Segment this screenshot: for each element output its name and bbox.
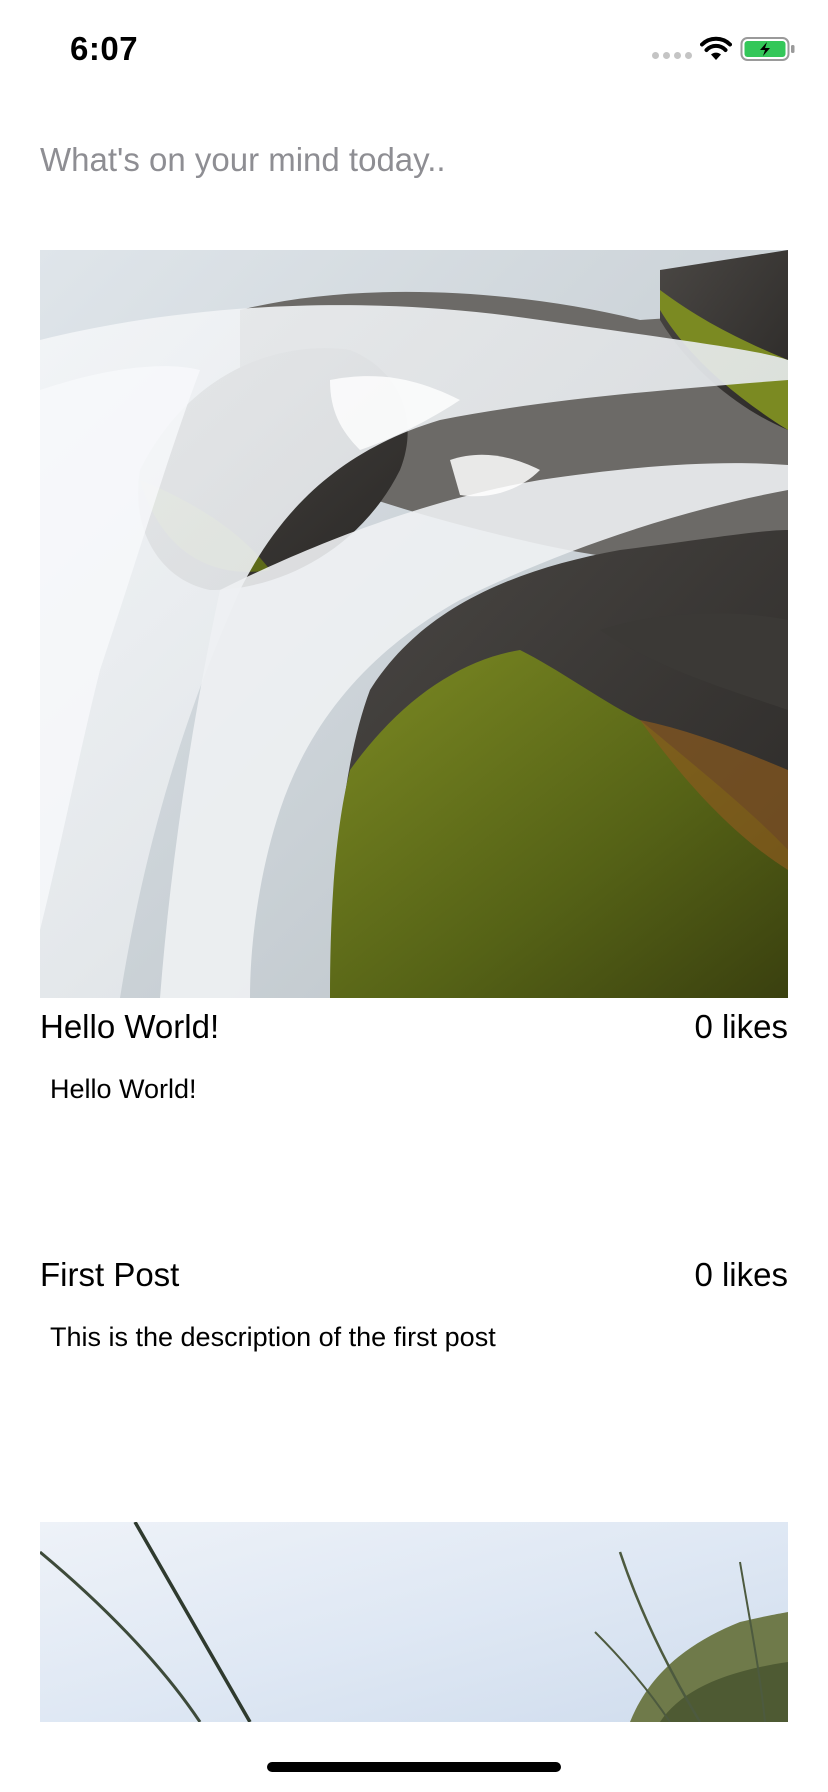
cellular-signal-icon <box>652 52 692 59</box>
post-image-grass-sky[interactable] <box>40 1522 788 1722</box>
post-likes-count[interactable]: 0 likes <box>694 1008 788 1046</box>
post-description: This is the description of the first pos… <box>50 1322 496 1352</box>
wifi-icon <box>700 36 732 60</box>
home-indicator[interactable] <box>267 1762 561 1772</box>
status-time: 6:07 <box>70 30 139 67</box>
app-screen: 6:07 What's on your mind today.. Hello W… <box>0 0 828 1792</box>
battery-icon <box>740 37 795 61</box>
post-title: First Post <box>40 1256 180 1293</box>
post-likes-count[interactable]: 0 likes <box>694 1256 788 1294</box>
post-card[interactable]: Hello World! 0 likes Hello World! <box>40 250 788 1105</box>
post-title: Hello World! <box>40 1008 220 1045</box>
post-header: Hello World! 0 likes <box>40 998 788 1058</box>
post-feed[interactable]: Hello World! 0 likes Hello World! First … <box>0 250 828 1722</box>
post-card[interactable] <box>40 1522 788 1722</box>
post-description: Hello World! <box>50 1074 197 1104</box>
post-card[interactable]: First Post 0 likes This is the descripti… <box>40 1246 788 1353</box>
post-image-waterfall[interactable] <box>40 250 788 998</box>
whats-on-your-mind-input[interactable] <box>40 132 790 188</box>
post-header: First Post 0 likes <box>40 1246 788 1306</box>
status-bar: 6:07 <box>0 0 828 100</box>
